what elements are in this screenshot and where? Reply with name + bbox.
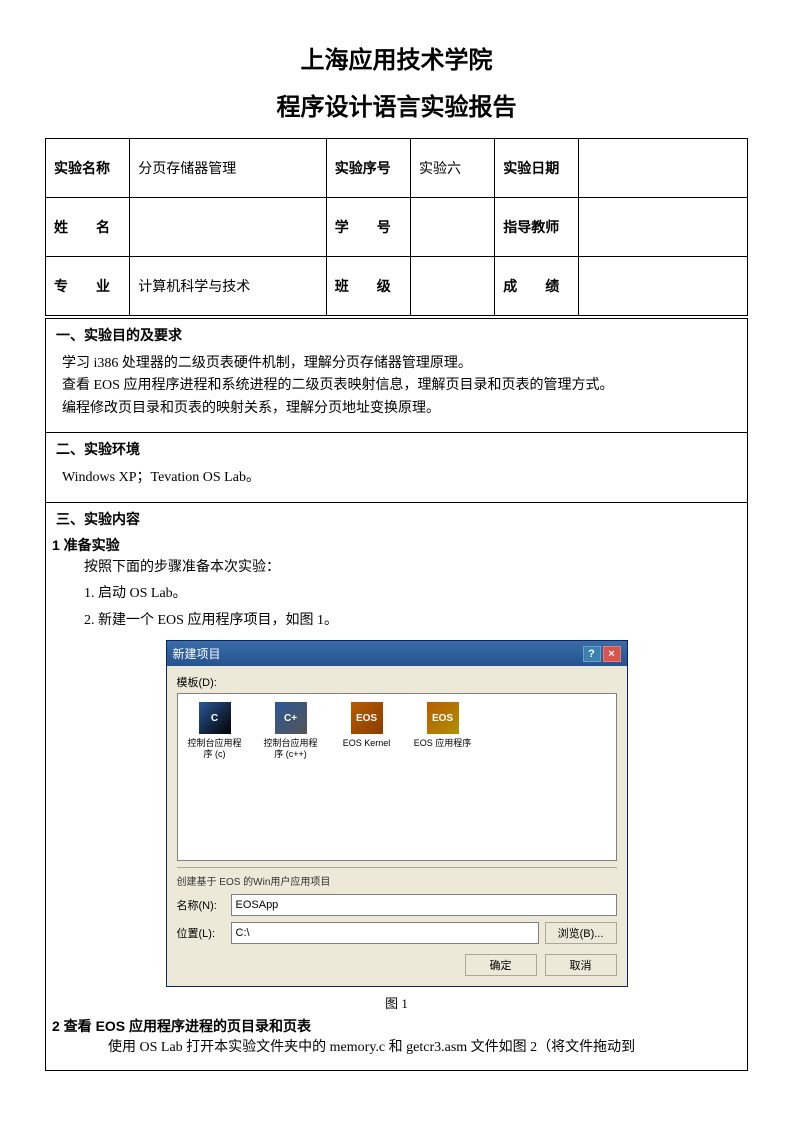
sec1-heading: 一、实验目的及要求 [56,325,737,345]
sec3-step1: 1. 启动 OS Lab。 [84,581,737,608]
exp-name-value: 分页存储器管理 [130,139,327,198]
section-content: 三、实验内容 1 准备实验 按照下面的步骤准备本次实验： 1. 启动 OS La… [45,503,748,1072]
sec2-p1: Windows XP；Tevation OS Lab。 [62,467,731,489]
browse-button[interactable]: 浏览(B)... [545,922,617,944]
sec3-h2: 2 查看 EOS 应用程序进程的页目录和页表 [52,1016,737,1036]
dialog-titlebar[interactable]: 新建项目 ? × [167,641,627,666]
exp-no-label: 实验序号 [326,139,410,198]
exp-name-label: 实验名称 [46,139,130,198]
template-item-label: EOS Kernel [343,738,391,748]
console-cpp-icon: C+ [275,702,307,734]
page-subtitle: 程序设计语言实验报告 [45,87,748,122]
sec3-h1: 1 准备实验 [52,535,737,555]
template-label: 模板(D): [177,674,617,690]
close-icon[interactable]: × [603,646,621,662]
template-item-label: 控制台应用程序 (c) [186,738,244,759]
template-desc: 创建基于 EOS 的Win用户应用项目 [177,867,617,888]
sid-value [411,198,495,257]
cancel-button[interactable]: 取消 [545,954,617,976]
section-env: 二、实验环境 Windows XP；Tevation OS Lab。 [45,433,748,502]
template-item-eos-kernel[interactable]: EOS EOS Kernel [338,702,396,748]
sec3-p1: 按照下面的步骤准备本次实验： [84,555,737,582]
template-item-label: 控制台应用程序 (c++) [262,738,320,759]
major-value: 计算机科学与技术 [130,257,327,316]
major-label: 专 业 [46,257,130,316]
sec3-p2: 使用 OS Lab 打开本实验文件夹中的 memory.c 和 getcr3.a… [108,1036,737,1060]
score-value [579,257,748,316]
template-item-console-c[interactable]: C 控制台应用程序 (c) [186,702,244,759]
class-value [411,257,495,316]
name-label: 姓 名 [46,198,130,257]
sec1-p2: 查看 EOS 应用程序进程和系统进程的二级页表映射信息，理解页目录和页表的管理方… [62,375,731,397]
eos-kernel-icon: EOS [351,702,383,734]
sec1-p3: 编程修改页目录和页表的映射关系，理解分页地址变换原理。 [62,398,731,420]
template-item-eos-app[interactable]: EOS EOS 应用程序 [414,702,472,748]
new-project-dialog: 新建项目 ? × 模板(D): C 控制台应用程序 (c) C+ 控制台应用程序… [166,640,628,987]
location-input[interactable]: C:\ [231,922,539,944]
sec3-heading: 三、实验内容 [56,509,737,529]
help-icon[interactable]: ? [583,646,601,662]
dialog-title: 新建项目 [173,645,221,662]
name-input[interactable]: EOSApp [231,894,617,916]
sec2-heading: 二、实验环境 [56,439,737,459]
teacher-value [579,198,748,257]
sec1-p1: 学习 i386 处理器的二级页表硬件机制，理解分页存储器管理原理。 [62,353,731,375]
exp-no-value: 实验六 [411,139,495,198]
score-label: 成 绩 [495,257,579,316]
eos-app-icon: EOS [427,702,459,734]
sec3-step2: 2. 新建一个 EOS 应用程序项目，如图 1。 [84,608,737,635]
template-item-console-cpp[interactable]: C+ 控制台应用程序 (c++) [262,702,320,759]
page-title: 上海应用技术学院 [45,40,748,75]
ok-button[interactable]: 确定 [465,954,537,976]
section-purpose: 一、实验目的及要求 学习 i386 处理器的二级页表硬件机制，理解分页存储器管理… [45,318,748,433]
template-list[interactable]: C 控制台应用程序 (c) C+ 控制台应用程序 (c++) EOS EOS K… [177,693,617,861]
figure1-caption: 图 1 [56,993,737,1012]
exp-date-value [579,139,748,198]
exp-date-label: 实验日期 [495,139,579,198]
name-value [130,198,327,257]
console-c-icon: C [199,702,231,734]
template-item-label: EOS 应用程序 [414,738,472,748]
sid-label: 学 号 [326,198,410,257]
teacher-label: 指导教师 [495,198,579,257]
class-label: 班 级 [326,257,410,316]
name-field-label: 名称(N): [177,897,225,913]
location-field-label: 位置(L): [177,925,225,941]
info-table: 实验名称 分页存储器管理 实验序号 实验六 实验日期 姓 名 学 号 指导教师 … [45,138,748,316]
